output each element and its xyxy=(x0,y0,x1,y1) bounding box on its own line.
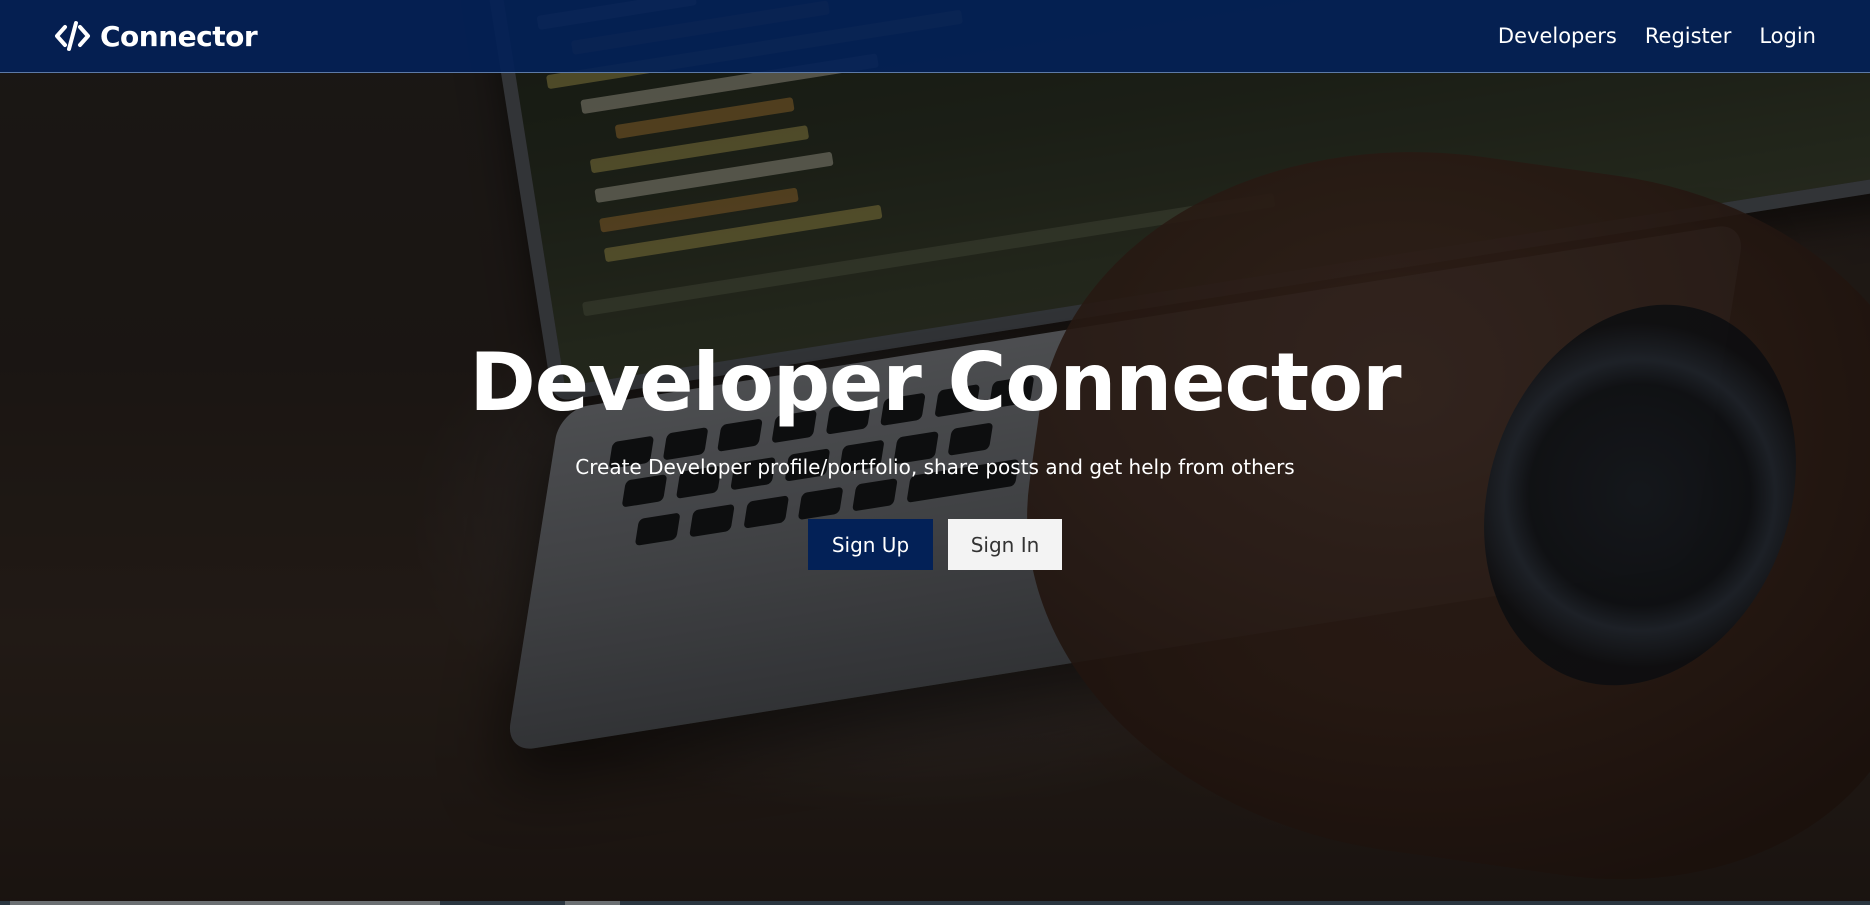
navbar: Connector Developers Register Login xyxy=(0,0,1870,73)
scrollbar-thumb-secondary[interactable] xyxy=(565,901,620,905)
hero-subtitle: Create Developer profile/portfolio, shar… xyxy=(575,455,1295,479)
nav-link-login[interactable]: Login xyxy=(1759,24,1816,48)
sign-in-button[interactable]: Sign In xyxy=(948,519,1062,570)
sign-up-button[interactable]: Sign Up xyxy=(808,519,933,570)
code-icon xyxy=(54,19,92,53)
landing-page: Connector Developers Register Login Deve… xyxy=(0,0,1870,905)
scrollbar-thumb[interactable] xyxy=(10,901,440,905)
hero-title: Developer Connector xyxy=(469,336,1401,429)
brand-link[interactable]: Connector xyxy=(54,19,258,53)
hero-section: Developer Connector Create Developer pro… xyxy=(0,73,1870,905)
horizontal-scrollbar[interactable] xyxy=(0,901,1870,905)
hero-buttons: Sign Up Sign In xyxy=(808,519,1062,570)
brand-name: Connector xyxy=(100,19,258,53)
nav-link-register[interactable]: Register xyxy=(1645,24,1731,48)
nav-links: Developers Register Login xyxy=(1498,24,1816,48)
nav-link-developers[interactable]: Developers xyxy=(1498,24,1617,48)
